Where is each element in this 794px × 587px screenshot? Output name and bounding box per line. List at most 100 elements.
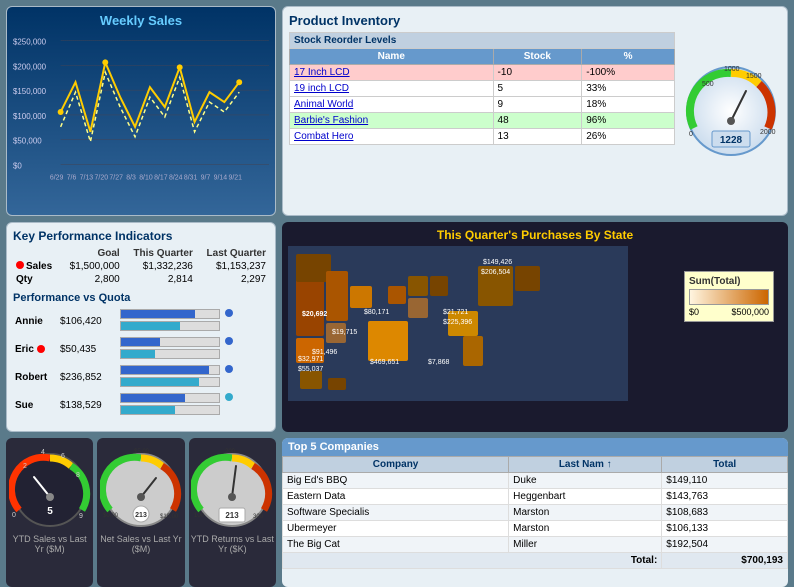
product-name[interactable]: 19 inch LCD: [290, 81, 494, 97]
svg-text:300: 300: [253, 514, 264, 520]
total-val: $149,110: [662, 473, 788, 489]
company-name: Big Ed's BBQ: [283, 473, 509, 489]
sales-goal: $1,500,000: [60, 260, 123, 273]
total-value: $700,193: [662, 553, 788, 569]
top5-row: Eastern Data Heggenbart $143,763: [283, 489, 788, 505]
perf-name: Eric: [13, 335, 58, 363]
legend-title: Sum(Total): [689, 276, 769, 287]
pct-val: 18%: [582, 97, 675, 113]
kpi-header-goal: Goal: [60, 247, 123, 260]
stock-val: -10: [493, 65, 582, 81]
svg-text:$5.00: $5.00: [134, 449, 150, 455]
kpi-header-this-q: This Quarter: [123, 247, 196, 260]
perf-vs-quota-title: Performance vs Quota: [13, 292, 269, 304]
sales-label: Sales: [13, 260, 60, 273]
top5-row: Software Specialis Marston $108,683: [283, 505, 788, 521]
inventory-title: Product Inventory: [289, 13, 675, 28]
col-pct: %: [582, 49, 675, 65]
perf-bar-cell: [118, 391, 269, 419]
y-label-0: $250,000: [13, 38, 47, 47]
top5-col-total: Total: [662, 457, 788, 473]
company-name: Ubermeyer: [283, 521, 509, 537]
map-legend: Sum(Total) $0 $500,000: [684, 271, 774, 322]
perf-bar-outer: [120, 365, 220, 375]
svg-text:8: 8: [76, 472, 80, 479]
svg-text:$19,715: $19,715: [332, 329, 357, 336]
legend-labels: $0 $500,000: [689, 307, 769, 317]
gauge2-svg: $0.00 $5.00 $10.00 213: [100, 442, 182, 532]
svg-text:7/13: 7/13: [80, 174, 94, 181]
svg-text:5: 5: [47, 506, 53, 517]
col-name: Name: [290, 49, 494, 65]
stock-section-header: Stock Reorder Levels: [290, 33, 675, 49]
pct-val: 96%: [582, 113, 675, 129]
inventory-table-section: Product Inventory Stock Reorder Levels N…: [289, 13, 675, 209]
product-name[interactable]: Animal World: [290, 97, 494, 113]
top5-panel: Top 5 Companies Company Last Nam ↑ Total…: [282, 438, 788, 587]
last-name: Miller: [509, 537, 662, 553]
stock-val: 48: [493, 113, 582, 129]
qty-this-q: 2,814: [123, 273, 196, 286]
svg-text:8/3: 8/3: [126, 174, 136, 181]
perf-row-eric: Eric $50,435: [13, 335, 269, 363]
svg-text:8/10: 8/10: [139, 174, 153, 181]
y-label-1: $200,000: [13, 62, 47, 71]
gauge-mark-1000: 1000: [724, 66, 740, 73]
table-row: Barbie's Fashion 48 96%: [290, 113, 675, 129]
perf-name: Sue: [13, 391, 58, 419]
y-label-5: $0: [13, 162, 22, 171]
last-name: Marston: [509, 505, 662, 521]
table-row: Combat Hero 13 26%: [290, 129, 675, 145]
gauge-mark-0: 0: [689, 131, 693, 138]
perf-bar-cell: [118, 363, 269, 391]
svg-text:$91,496: $91,496: [312, 349, 337, 356]
y-label-2: $150,000: [13, 87, 47, 96]
product-name[interactable]: 17 Inch LCD: [290, 65, 494, 81]
perf-dot: [225, 337, 233, 345]
gauge-ytd-returns: 100 200 300 213 YTD Returns vs Last Yr (…: [189, 438, 276, 587]
top5-col-lastname: Last Nam ↑: [509, 457, 662, 473]
svg-text:213: 213: [226, 511, 240, 520]
bottom-gauges: 0 2 4 6 8 9 5 YTD Sales vs Last Yr ($M): [6, 438, 276, 587]
svg-text:7/20: 7/20: [95, 174, 109, 181]
legend-max: $500,000: [731, 307, 769, 317]
svg-text:9/7: 9/7: [201, 174, 211, 181]
svg-text:$80,171: $80,171: [364, 309, 389, 316]
svg-text:100: 100: [194, 513, 205, 519]
gauge-mark-500: 500: [702, 81, 714, 88]
gauge1-svg: 0 2 4 6 8 9 5: [9, 442, 91, 532]
perf-bar-inner: [120, 377, 220, 387]
svg-text:200: 200: [225, 449, 236, 455]
perf-bar-outer: [120, 337, 220, 347]
perf-bar-fill-blue: [121, 338, 160, 346]
product-name[interactable]: Barbie's Fashion: [290, 113, 494, 129]
top5-title: Top 5 Companies: [282, 438, 788, 456]
sales-red-dot: [16, 261, 24, 269]
perf-bar-inner: [120, 321, 220, 331]
weekly-sales-title: Weekly Sales: [13, 13, 269, 28]
gauge-net-sales: $0.00 $5.00 $10.00 213 Net Sales vs Last…: [97, 438, 184, 587]
svg-text:7/6: 7/6: [67, 174, 77, 181]
perf-bar-fill-teal: [121, 322, 180, 330]
svg-text:$0.00: $0.00: [103, 513, 119, 519]
total-val: $192,504: [662, 537, 788, 553]
qty-label: Qty: [13, 273, 60, 286]
pct-val: 26%: [582, 129, 675, 145]
svg-text:$10.00: $10.00: [160, 514, 179, 520]
pct-val: -100%: [582, 65, 675, 81]
y-label-3: $100,000: [13, 112, 47, 121]
product-name[interactable]: Combat Hero: [290, 129, 494, 145]
total-val: $106,133: [662, 521, 788, 537]
perf-bar-fill-blue: [121, 394, 185, 402]
perf-value: $50,435: [58, 335, 118, 363]
perf-name: Annie: [13, 307, 58, 335]
top5-row: The Big Cat Miller $192,504: [283, 537, 788, 553]
qty-last-q: 2,297: [196, 273, 269, 286]
map-title: This Quarter's Purchases By State: [288, 228, 782, 242]
svg-text:$21,721: $21,721: [443, 309, 468, 316]
company-name: Eastern Data: [283, 489, 509, 505]
map-panel: This Quarter's Purchases By State: [282, 222, 788, 432]
total-label: Total:: [283, 553, 662, 569]
kpi-table: Goal This Quarter Last Quarter Sales $1,…: [13, 247, 269, 286]
qty-goal: 2,800: [60, 273, 123, 286]
